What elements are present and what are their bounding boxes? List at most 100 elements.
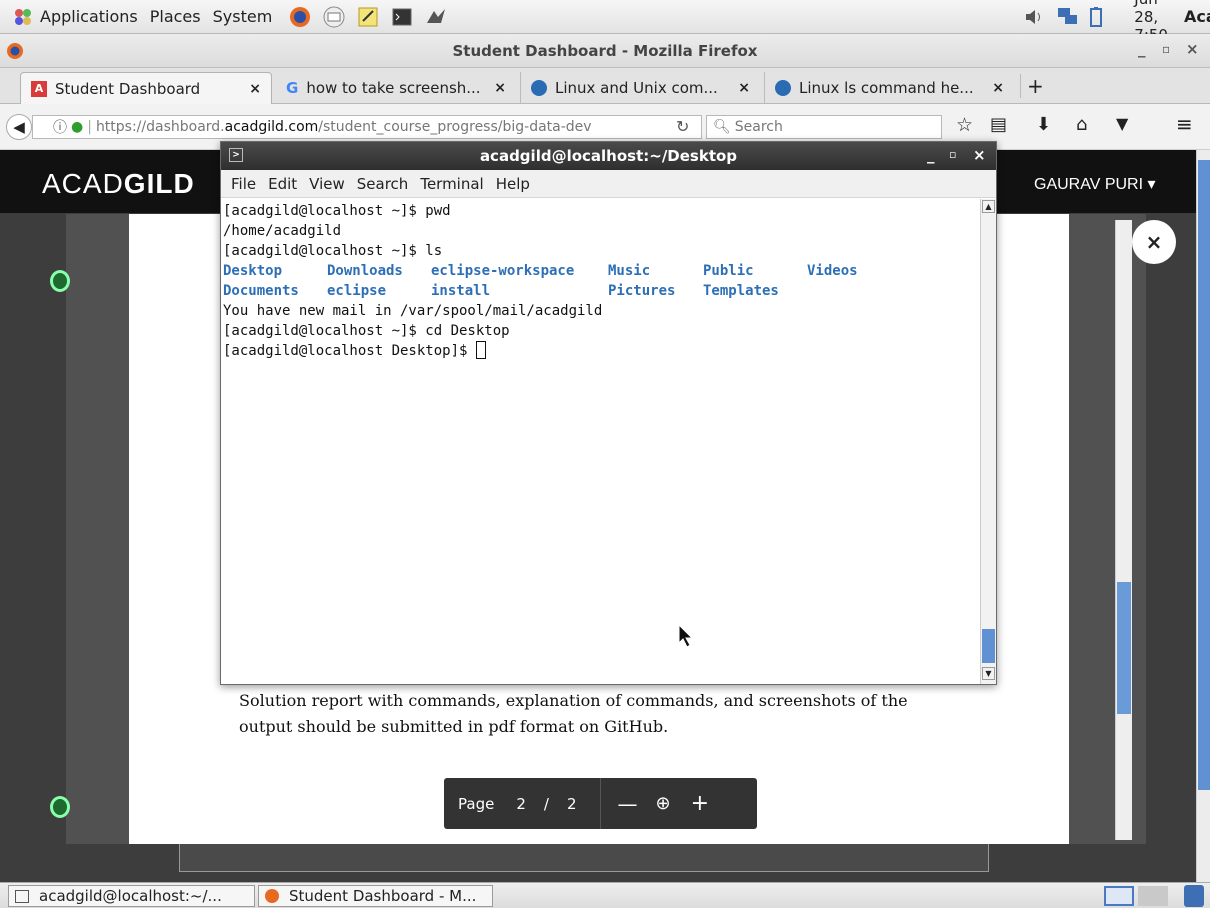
tab-linux-unix[interactable]: Linux and Unix com... × [520, 72, 760, 104]
minimize-button[interactable]: _ [1138, 40, 1146, 58]
tab-label: Student Dashboard [55, 79, 201, 98]
workspace-switcher[interactable] [1104, 886, 1134, 906]
site-favicon-icon [775, 80, 791, 96]
close-tab-icon[interactable]: × [738, 80, 750, 96]
progress-dot [50, 270, 70, 292]
search-box[interactable]: 🔍︎ Search [706, 115, 942, 139]
tab-label: Linux ls command he... [799, 79, 974, 97]
screenshot-tool-icon[interactable] [424, 5, 448, 29]
ls-output-row: Desktop Downloads eclipse-workspace Music Pu… [223, 263, 858, 279]
menu-edit[interactable]: Edit [262, 175, 303, 193]
terminal-titlebar[interactable]: > acadgild@localhost:~/Desktop _ ▫ × [221, 142, 996, 170]
reload-icon[interactable]: ↻ [676, 117, 689, 136]
pocket-icon[interactable]: ▼ [1116, 114, 1128, 133]
scroll-up-icon[interactable]: ▲ [982, 200, 995, 213]
doc-footer-box [179, 844, 989, 872]
page-current[interactable]: 2 [516, 795, 526, 813]
terminal-output[interactable]: [acadgild@localhost ~]$ pwd/home/acadgil… [221, 199, 981, 685]
zoom-in-button[interactable]: + [691, 791, 709, 816]
firefox-icon [265, 889, 279, 903]
maximize-button[interactable]: ▫ [1162, 42, 1170, 56]
applications-menu[interactable]: Applications [34, 7, 144, 26]
reading-list-icon[interactable]: ▤ [990, 114, 1007, 135]
page-total: 2 [566, 794, 577, 813]
text-editor-icon[interactable] [356, 5, 380, 29]
menu-view[interactable]: View [303, 175, 351, 193]
tab-screenshot[interactable]: G how to take screensh... × [276, 72, 516, 104]
search-placeholder: Search [734, 119, 783, 135]
url-prefix: https://dashboard. [95, 119, 225, 135]
terminal-window[interactable]: > acadgild@localhost:~/Desktop _ ▫ × Fil… [220, 141, 997, 685]
workspace-switcher[interactable] [1138, 886, 1168, 906]
close-tab-icon[interactable]: × [992, 80, 1004, 96]
battery-icon [1088, 6, 1104, 28]
terminal-icon [15, 889, 29, 903]
doc-scrollbar-thumb[interactable] [1117, 582, 1131, 714]
close-tab-icon[interactable]: × [494, 80, 506, 96]
mouse-pointer-icon [678, 624, 694, 648]
tab-label: how to take screensh... [306, 79, 481, 97]
terminal-launcher-icon[interactable] [390, 5, 414, 29]
volume-icon[interactable] [1022, 6, 1044, 28]
google-favicon-icon: G [286, 79, 299, 97]
close-tab-icon[interactable]: × [249, 81, 261, 97]
info-icon[interactable]: ⓘ [53, 117, 67, 137]
terminal-scrollbar-thumb[interactable] [982, 629, 995, 663]
user-menu[interactable]: GAURAV PURI ▾ [1034, 174, 1156, 194]
acadgild-favicon-icon: A [31, 80, 47, 97]
page-label: Page [458, 794, 495, 813]
page-scrollbar[interactable] [1196, 150, 1210, 882]
url-bar[interactable]: ⓘ ● | https://dashboard. acadgild.com /s… [32, 115, 702, 139]
menu-search[interactable]: Search [351, 175, 415, 193]
tab-bar: A Student Dashboard × G how to take scre… [0, 68, 1210, 104]
downloads-icon[interactable]: ⬇ [1036, 114, 1051, 135]
bookmark-star-icon[interactable]: ☆ [956, 114, 973, 136]
page-scrollbar-thumb[interactable] [1198, 160, 1210, 790]
tab-label: Linux and Unix com... [555, 79, 718, 97]
terminal-minimize-button[interactable]: _ [927, 146, 935, 164]
mail-client-icon[interactable] [322, 5, 346, 29]
firefox-icon [6, 42, 24, 60]
zoom-fit-icon[interactable]: ⊕ [655, 793, 670, 814]
terminal-cursor [475, 341, 486, 359]
menu-icon[interactable]: ≡ [1176, 112, 1193, 136]
menu-file[interactable]: File [225, 175, 262, 193]
terminal-icon: > [229, 148, 243, 162]
applications-icon[interactable] [12, 6, 34, 28]
user-name[interactable]: Acadgild [1178, 7, 1210, 26]
places-menu[interactable]: Places [144, 7, 207, 26]
new-tab-button[interactable]: + [1020, 74, 1044, 98]
modal-close-button[interactable]: × [1132, 220, 1176, 264]
tab-student-dashboard[interactable]: A Student Dashboard × [20, 72, 272, 104]
doc-paragraph: Solution report with commands, explanati… [239, 691, 908, 736]
doc-scrollbar[interactable] [1115, 220, 1132, 840]
window-title: Student Dashboard - Mozilla Firefox [452, 41, 758, 60]
terminal-close-button[interactable]: × [973, 146, 986, 164]
terminal-maximize-button[interactable]: ▫ [949, 148, 956, 161]
taskbar-firefox[interactable]: Student Dashboard - M... [258, 885, 493, 907]
home-icon[interactable]: ⌂ [1076, 114, 1087, 135]
network-icon[interactable] [1056, 6, 1080, 28]
taskbar-terminal[interactable]: acadgild@localhost:~/... [8, 885, 255, 907]
pdf-toolbar: Page 2 / 2 — ⊕ + [444, 778, 757, 829]
trash-icon[interactable] [1184, 885, 1204, 907]
menu-terminal[interactable]: Terminal [414, 175, 489, 193]
tab-linux-ls[interactable]: Linux ls command he... × [764, 72, 1014, 104]
terminal-menubar: File Edit View Search Terminal Help [221, 170, 996, 198]
lock-icon: ● [71, 119, 84, 135]
terminal-scrollbar[interactable]: ▲ ▼ [980, 199, 996, 684]
url-domain: acadgild.com [224, 119, 319, 135]
system-menu[interactable]: System [207, 7, 279, 26]
taskbar: acadgild@localhost:~/... Student Dashboa… [0, 882, 1210, 908]
back-button[interactable]: ◀ [6, 114, 32, 140]
window-close-button[interactable]: × [1186, 40, 1199, 58]
firefox-launcher-icon[interactable] [288, 5, 312, 29]
site-favicon-icon [531, 80, 547, 96]
zoom-out-button[interactable]: — [617, 792, 637, 816]
scroll-down-icon[interactable]: ▼ [982, 667, 995, 680]
search-icon: 🔍︎ [713, 119, 731, 135]
terminal-title: acadgild@localhost:~/Desktop [479, 147, 738, 165]
site-logo[interactable]: ACADGILD [42, 168, 195, 200]
menu-help[interactable]: Help [490, 175, 536, 193]
top-panel: Applications Places System Thu Jun 28, 7… [0, 0, 1210, 62]
